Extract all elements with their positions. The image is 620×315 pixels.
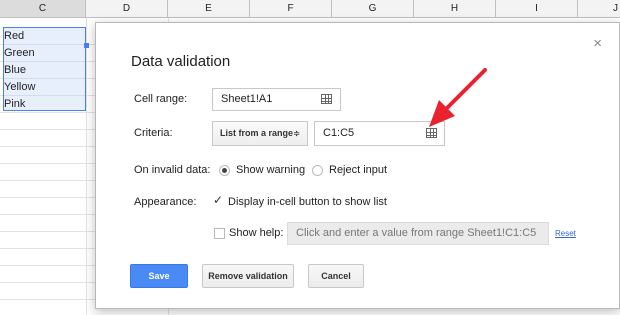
criteria-range-value: C1:C5 bbox=[323, 127, 355, 139]
display-button-checkbox[interactable]: ✓ bbox=[213, 193, 223, 207]
column-header-c[interactable]: C bbox=[0, 0, 86, 17]
column-header-i[interactable]: I bbox=[496, 0, 578, 17]
cancel-button[interactable]: Cancel bbox=[308, 264, 364, 288]
data-validation-dialog: Data validation × Cell range: Sheet1!A1 … bbox=[95, 22, 620, 309]
column-header-e[interactable]: E bbox=[168, 0, 250, 17]
save-button[interactable]: Save bbox=[130, 264, 188, 288]
column-header-h[interactable]: H bbox=[414, 0, 496, 17]
cell-range-value: Sheet1!A1 bbox=[221, 93, 273, 105]
cell-c3[interactable]: Blue bbox=[4, 62, 26, 78]
dialog-title: Data validation bbox=[131, 53, 231, 70]
cell-range-input[interactable]: Sheet1!A1 bbox=[212, 88, 341, 111]
column-header-j[interactable]: J bbox=[578, 0, 620, 17]
reject-input-label[interactable]: Reject input bbox=[329, 164, 387, 176]
cell-range-label: Cell range: bbox=[134, 93, 188, 105]
column-header-g[interactable]: G bbox=[332, 0, 414, 17]
reset-link[interactable]: Reset bbox=[555, 229, 576, 238]
cell-c5[interactable]: Pink bbox=[4, 96, 25, 112]
show-help-label[interactable]: Show help: bbox=[229, 227, 283, 239]
column-header-f[interactable]: F bbox=[250, 0, 332, 17]
show-warning-label[interactable]: Show warning bbox=[236, 164, 305, 176]
display-button-label[interactable]: Display in-cell button to show list bbox=[228, 196, 387, 208]
close-icon[interactable]: × bbox=[593, 36, 602, 51]
cell-c1[interactable]: Red bbox=[4, 28, 24, 44]
column-header-row: C D E F G H I J bbox=[0, 0, 620, 18]
criteria-type-select[interactable]: List from a range ≑ bbox=[212, 121, 308, 146]
selection-fill-handle[interactable] bbox=[84, 43, 89, 48]
appearance-label: Appearance: bbox=[134, 196, 197, 208]
column-divider bbox=[86, 18, 87, 315]
column-header-d[interactable]: D bbox=[86, 0, 168, 17]
cell-c4[interactable]: Yellow bbox=[4, 79, 35, 95]
help-text-input[interactable]: Click and enter a value from range Sheet… bbox=[287, 222, 549, 245]
select-range-icon[interactable] bbox=[321, 94, 332, 104]
show-help-checkbox[interactable] bbox=[214, 228, 225, 239]
criteria-type-value: List from a range bbox=[220, 128, 294, 138]
cell-c2[interactable]: Green bbox=[4, 45, 35, 61]
show-warning-radio[interactable] bbox=[219, 165, 230, 176]
reject-input-radio[interactable] bbox=[312, 165, 323, 176]
annotation-arrow-icon bbox=[429, 68, 487, 127]
on-invalid-label: On invalid data: bbox=[134, 164, 211, 176]
select-arrows-icon: ≑ bbox=[293, 129, 300, 138]
remove-validation-button[interactable]: Remove validation bbox=[202, 264, 294, 288]
criteria-label: Criteria: bbox=[134, 127, 173, 139]
